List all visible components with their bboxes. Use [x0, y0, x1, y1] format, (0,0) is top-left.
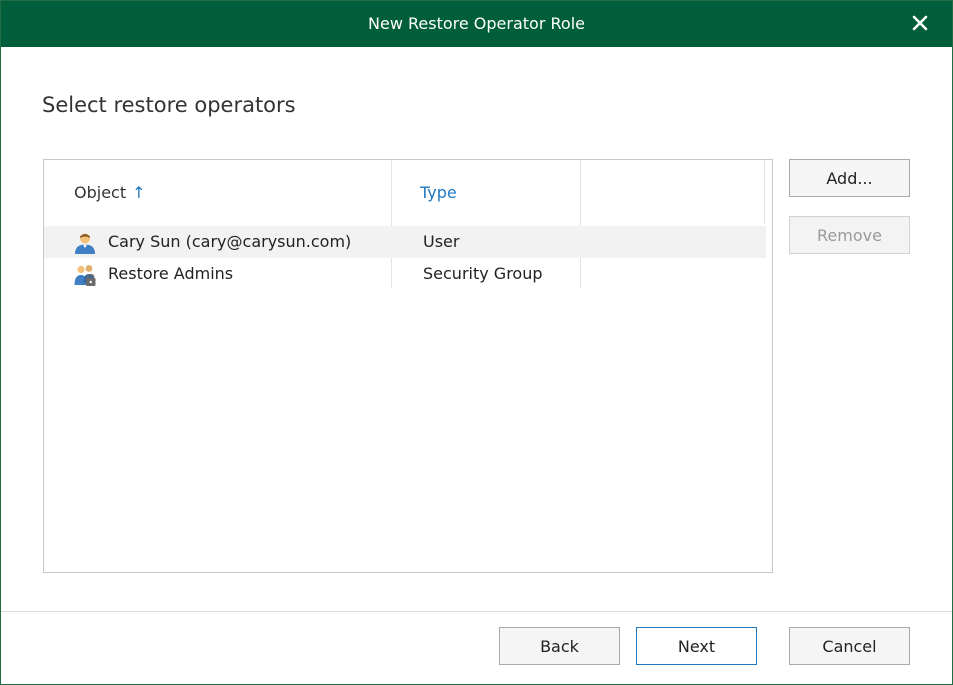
page-heading: Select restore operators [42, 93, 296, 117]
row-object-name: Restore Admins [108, 264, 234, 283]
close-icon [912, 15, 928, 31]
column-header-object-label: Object [74, 183, 127, 202]
sort-ascending-icon: ↑ [132, 183, 146, 202]
row-object-type: Security Group [423, 264, 543, 283]
column-separator [764, 160, 765, 224]
row-object-name: Cary Sun (cary@carysun.com) [108, 232, 352, 251]
back-button[interactable]: Back [499, 627, 620, 665]
security-group-icon [74, 265, 96, 286]
column-header-type[interactable]: Type [420, 182, 457, 204]
new-restore-operator-role-dialog: New Restore Operator Role Select restore… [0, 0, 953, 685]
column-header-object[interactable]: Object ↑ [74, 182, 146, 204]
list-row[interactable]: Restore Admins Security Group [44, 258, 766, 290]
row-object-type: User [423, 232, 460, 251]
next-button[interactable]: Next [636, 627, 757, 665]
close-button[interactable] [906, 9, 934, 37]
cancel-button[interactable]: Cancel [789, 627, 910, 665]
window-title: New Restore Operator Role [368, 14, 585, 33]
add-button[interactable]: Add... [789, 159, 910, 197]
title-bar: New Restore Operator Role [1, 1, 952, 47]
remove-button[interactable]: Remove [789, 216, 910, 254]
restore-operators-list[interactable]: Object ↑ Type Cary Sun (cary@carysun.com)… [43, 159, 773, 573]
user-icon [75, 233, 95, 254]
footer-divider [1, 611, 952, 612]
list-row[interactable]: Cary Sun (cary@carysun.com) User [44, 226, 766, 258]
